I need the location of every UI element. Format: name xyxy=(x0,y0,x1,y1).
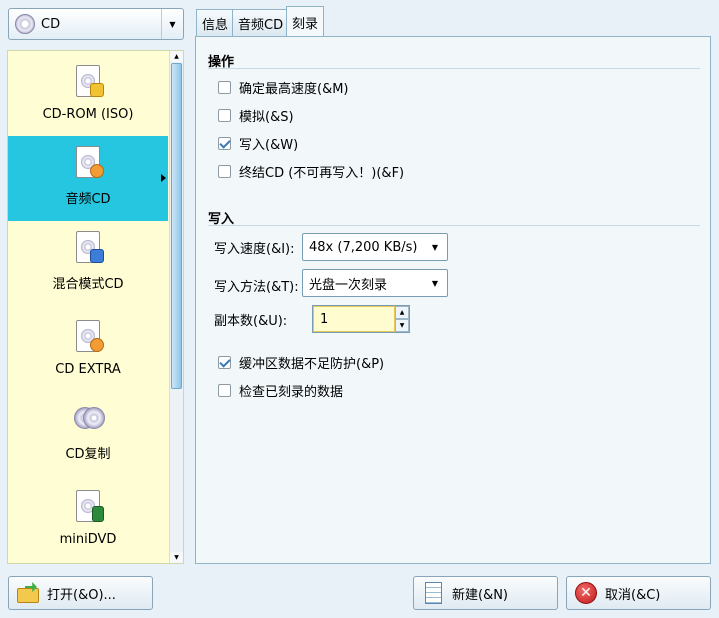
cancel-button-label: 取消(&C) xyxy=(605,587,661,603)
tab-label: 刻录 xyxy=(292,16,319,32)
checkbox-label: 检查已刻录的数据 xyxy=(239,384,344,400)
copies-stepper[interactable]: 1 ▲ ▼ xyxy=(312,305,410,333)
simulate-checkbox[interactable]: 模拟(&S) xyxy=(218,106,294,125)
write-checkbox[interactable]: 写入(&W) xyxy=(218,134,299,153)
project-item-cd-rom[interactable]: CD-ROM (ISO) xyxy=(8,51,168,136)
stepper-up-icon[interactable]: ▲ xyxy=(395,306,409,319)
write-speed-label: 写入速度(&I): xyxy=(214,241,295,257)
project-item-label: CD复制 xyxy=(65,447,111,462)
checkbox-box[interactable] xyxy=(218,80,231,94)
checkbox-box[interactable] xyxy=(218,136,231,150)
verify-written-data-checkbox[interactable]: 检查已刻录的数据 xyxy=(218,381,344,400)
new-button-label: 新建(&N) xyxy=(452,587,509,603)
tab-audio-cd[interactable]: 音频CD xyxy=(232,9,290,36)
scroll-down-icon[interactable]: ▼ xyxy=(170,552,183,563)
cd-disc-icon xyxy=(15,14,35,34)
group-divider xyxy=(208,225,700,226)
cd-rom-project-icon xyxy=(72,65,104,99)
checkbox-box[interactable] xyxy=(218,108,231,122)
stepper-down-icon[interactable]: ▼ xyxy=(395,319,409,332)
project-item-label: 混合模式CD xyxy=(52,277,124,292)
tab-info[interactable]: 信息 xyxy=(196,9,235,36)
chevron-down-icon[interactable]: ▼ xyxy=(423,270,447,296)
project-item-label: miniDVD xyxy=(59,532,117,547)
checkbox-label: 模拟(&S) xyxy=(239,109,294,125)
burn-tab-panel: 操作 确定最高速度(&M) 模拟(&S) 写入(&W) 终结CD (不可再写入！… xyxy=(195,36,711,564)
project-item-mixed-mode-cd[interactable]: 混合模式CD xyxy=(8,221,168,306)
project-list-scrollbar[interactable]: ▲ ▼ xyxy=(169,51,183,563)
project-item-label: 音频CD xyxy=(65,192,111,207)
checkbox-label: 终结CD (不可再写入！)(&F) xyxy=(239,165,405,181)
scroll-up-icon[interactable]: ▲ xyxy=(170,51,183,62)
copies-label: 副本数(&U): xyxy=(214,313,288,329)
finalize-cd-checkbox[interactable]: 终结CD (不可再写入！)(&F) xyxy=(218,162,405,181)
new-button[interactable]: 新建(&N) xyxy=(413,576,558,610)
copies-input[interactable]: 1 xyxy=(313,306,395,332)
write-speed-value: 48x (7,200 KB/s) xyxy=(309,239,418,255)
open-button-label: 打开(&O)... xyxy=(47,587,116,603)
open-folder-icon xyxy=(17,582,39,604)
project-type-list: CD-ROM (ISO) 音频CD 混合模式CD CD EXTRA CD复制 m… xyxy=(7,50,184,564)
selected-arrow-icon xyxy=(161,174,166,182)
minidvd-project-icon xyxy=(72,490,104,524)
project-item-cd-extra[interactable]: CD EXTRA xyxy=(8,306,168,391)
write-method-label: 写入方法(&T): xyxy=(214,279,299,295)
audio-cd-project-icon xyxy=(72,146,104,180)
tab-burn[interactable]: 刻录 xyxy=(286,6,325,37)
tab-label: 音频CD xyxy=(238,17,284,33)
project-item-minidvd[interactable]: miniDVD xyxy=(8,476,168,561)
checkbox-box[interactable] xyxy=(218,164,231,178)
checkbox-label: 缓冲区数据不足防护(&P) xyxy=(239,356,385,372)
determine-max-speed-checkbox[interactable]: 确定最高速度(&M) xyxy=(218,78,349,97)
cd-copy-project-icon xyxy=(72,401,105,435)
disc-type-value: CD xyxy=(41,16,61,32)
checkbox-label: 确定最高速度(&M) xyxy=(239,81,349,97)
project-item-cd-copy[interactable]: CD复制 xyxy=(8,391,168,476)
cancel-button[interactable]: ✕ 取消(&C) xyxy=(566,576,711,610)
mixed-mode-cd-project-icon xyxy=(72,231,104,265)
disc-type-dropdown[interactable]: CD ▼ xyxy=(8,8,184,40)
write-method-value: 光盘一次刻录 xyxy=(309,277,388,293)
open-button[interactable]: 打开(&O)... xyxy=(8,576,153,610)
chevron-down-icon[interactable]: ▼ xyxy=(161,9,183,39)
tab-label: 信息 xyxy=(202,17,229,33)
checkbox-box[interactable] xyxy=(218,383,231,397)
write-method-dropdown[interactable]: 光盘一次刻录 ▼ xyxy=(302,269,448,297)
chevron-down-icon[interactable]: ▼ xyxy=(423,234,447,260)
write-speed-dropdown[interactable]: 48x (7,200 KB/s) ▼ xyxy=(302,233,448,261)
checkbox-label: 写入(&W) xyxy=(239,137,299,153)
cd-extra-project-icon xyxy=(72,320,104,354)
checkbox-box[interactable] xyxy=(218,355,231,369)
new-document-icon xyxy=(422,582,444,604)
group-divider xyxy=(208,68,700,69)
project-item-label: CD EXTRA xyxy=(55,362,121,377)
project-item-label: CD-ROM (ISO) xyxy=(42,107,134,122)
buffer-underrun-protection-checkbox[interactable]: 缓冲区数据不足防护(&P) xyxy=(218,353,385,372)
project-item-audio-cd[interactable]: 音频CD xyxy=(8,136,168,221)
scrollbar-thumb[interactable] xyxy=(171,63,182,389)
cancel-icon: ✕ xyxy=(575,582,597,604)
